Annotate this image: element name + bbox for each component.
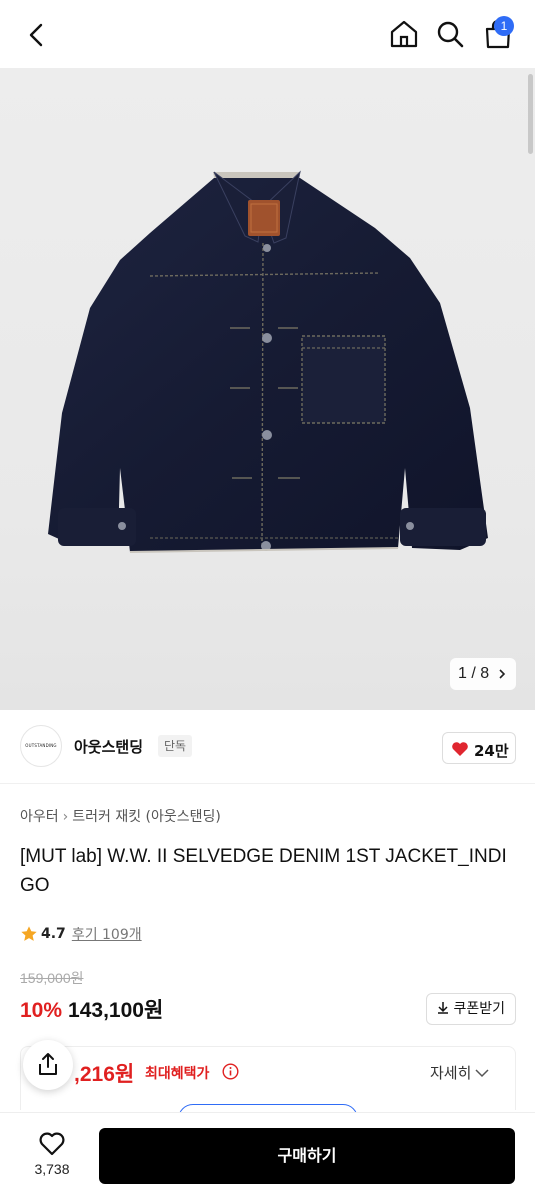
bottom-action-bar: 3,738 구매하기 [0,1112,535,1200]
product-title: [MUT lab] W.W. II SELVEDGE DENIM 1ST JAC… [20,846,507,896]
detail-label: 자세히 [430,1064,472,1082]
review-count-link[interactable]: 후기 109개 [72,924,142,944]
coupon-download-button[interactable]: 쿠폰받기 [426,993,516,1025]
sale-price: 143,100원 [68,999,164,1022]
share-button[interactable] [23,1040,73,1090]
wishlist-count: 3,738 [34,1161,70,1177]
product-photo-denim-jacket [48,170,488,553]
heart-filled-icon [452,742,468,756]
chevron-right-icon [499,669,506,679]
top-app-bar: 1 [0,0,535,68]
breadcrumb-item[interactable]: 아우터 [20,809,59,825]
brand-like-button[interactable]: 24만 [442,732,516,764]
cart-count-badge: 1 [494,16,514,36]
buy-button[interactable]: 구매하기 [99,1128,515,1184]
brand-row: OUTSTANDING 아웃스탠딩 단독 24만 [0,710,535,784]
breadcrumb-item[interactable]: 트러커 재킷 (아웃스탠딩) [72,809,221,825]
original-price: 159,000원 [20,970,84,986]
brand-name[interactable]: 아웃스탠딩 [74,736,143,757]
max-benefit-label: 최대혜택가 [145,1066,210,1082]
brand-like-count: 24만 [474,742,509,760]
product-image-gallery[interactable]: 1 / 8 [0,68,535,710]
wishlist-button[interactable]: 3,738 [26,1131,78,1177]
chevron-left-icon[interactable] [22,20,52,50]
search-icon[interactable] [434,18,466,50]
scrollbar-thumb[interactable] [528,74,533,154]
benefit-detail-toggle[interactable]: 자세히 [430,1062,489,1083]
heart-outline-icon [39,1132,65,1156]
rating-row[interactable]: 4.7 후기 109개 [20,924,142,944]
info-icon[interactable] [222,1063,239,1080]
discount-rate: 10% [20,999,63,1022]
coupon-label: 쿠폰받기 [453,1001,505,1017]
share-icon [39,1053,57,1075]
gallery-page-indicator: 1 / 8 [458,665,490,682]
home-icon[interactable] [388,18,420,50]
breadcrumb-separator-icon: › [62,809,69,825]
download-icon [438,1002,448,1014]
chevron-down-icon [475,1069,489,1078]
brand-logo[interactable]: OUTSTANDING [20,725,62,767]
max-benefit-price: ,216원 [74,1063,135,1086]
breadcrumb: 아우터 › 트러커 재킷 (아웃스탠딩) [20,806,221,826]
sale-price-row: 10% 143,100원 [20,994,163,1024]
gallery-pager[interactable]: 1 / 8 [450,658,516,690]
exclusive-tag: 단독 [158,735,193,757]
star-icon [21,926,37,941]
rating-score: 4.7 [41,926,66,942]
